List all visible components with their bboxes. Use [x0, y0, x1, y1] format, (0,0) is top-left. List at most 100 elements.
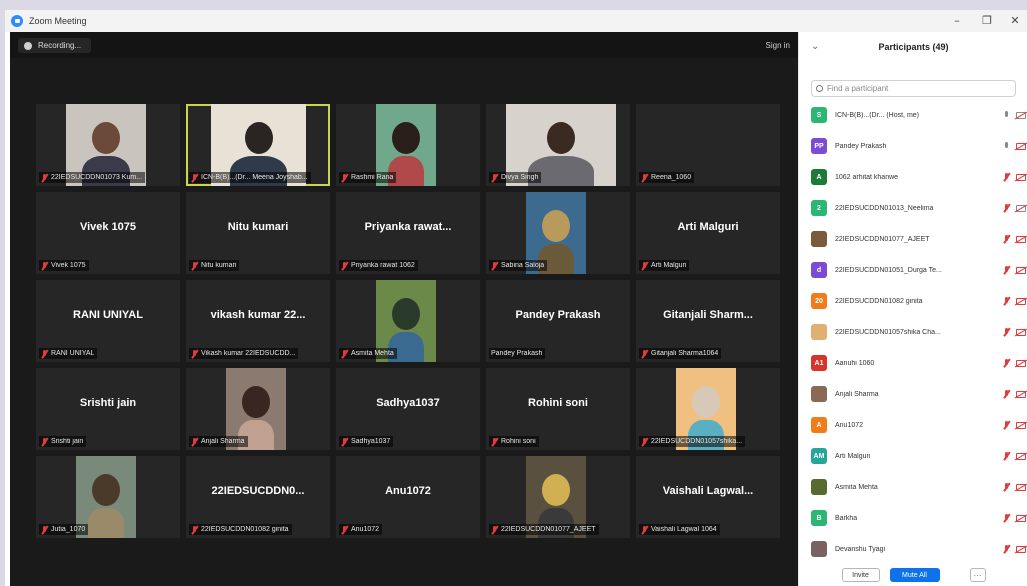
mic-muted-icon[interactable]: [1003, 203, 1011, 213]
mic-muted-icon[interactable]: [1003, 296, 1011, 306]
participant-row[interactable]: 2 22IEDSUCDDN01013_Neelima: [811, 199, 1026, 217]
close-button[interactable]: ✕: [1005, 14, 1025, 27]
mic-muted-icon[interactable]: [1003, 172, 1011, 182]
participant-row[interactable]: S ICN-B(B)...(Dr... (Host, me): [811, 106, 1026, 124]
video-tile[interactable]: Gitanjali Sharm... Gitanjali Sharma1064: [636, 280, 780, 362]
avatar: [811, 479, 827, 495]
video-off-icon[interactable]: [1016, 421, 1026, 429]
participant-row[interactable]: 22IEDSUCDDN01057shika Cha...: [811, 323, 1026, 341]
video-off-icon[interactable]: [1016, 328, 1026, 336]
mic-muted-icon: [341, 525, 348, 534]
video-tile[interactable]: Asmita Mehta: [336, 280, 480, 362]
participant-row[interactable]: AM Arti Malguri: [811, 447, 1026, 465]
mic-muted-icon[interactable]: [1003, 234, 1011, 244]
participant-row[interactable]: A1 Aanuhi 1060: [811, 354, 1026, 372]
video-off-icon[interactable]: [1016, 452, 1026, 460]
mic-muted-icon: [341, 261, 348, 270]
video-tile[interactable]: Vaishali Lagwal... Vaishali Lagwal 1064: [636, 456, 780, 538]
video-tile[interactable]: ICN-B(B)...(Dr... Meena Joyshab...: [186, 104, 330, 186]
video-tile[interactable]: Pandey Prakash Pandey Prakash: [486, 280, 630, 362]
tile-label: Reena_1060: [651, 174, 692, 181]
video-tile[interactable]: 22IEDSUCDDN01057shika...: [636, 368, 780, 450]
collapse-icon[interactable]: ⌄: [811, 41, 819, 52]
tile-label: Vikash kumar 22IEDSUCDD...: [201, 350, 296, 357]
minimize-button[interactable]: –: [947, 14, 967, 27]
video-tile[interactable]: 22IEDSUCDDN0... 22IEDSUCDDN01082 ginita: [186, 456, 330, 538]
mic-icon[interactable]: [1003, 141, 1011, 151]
video-tile[interactable]: Rashmi Rana: [336, 104, 480, 186]
video-off-icon[interactable]: [1016, 390, 1026, 398]
video-tile[interactable]: Reena_1060: [636, 104, 780, 186]
participant-status-icons: [1003, 265, 1026, 275]
video-tile[interactable]: Sadhya1037 Sadhya1037: [336, 368, 480, 450]
avatar: AM: [811, 448, 827, 464]
video-off-icon[interactable]: [1016, 545, 1026, 553]
participant-row[interactable]: 22IEDSUCDDN01077_AJEET: [811, 230, 1026, 248]
mic-muted-icon[interactable]: [1003, 420, 1011, 430]
video-off-icon[interactable]: [1016, 359, 1026, 367]
meeting-top-bar: Recording... Sign in: [10, 32, 798, 58]
video-icon[interactable]: [1016, 204, 1026, 212]
participant-row[interactable]: Asmita Mehta: [811, 478, 1026, 496]
recording-indicator[interactable]: Recording...: [18, 38, 92, 53]
video-off-icon[interactable]: [1016, 297, 1026, 305]
participant-row[interactable]: B Barkha: [811, 509, 1026, 527]
tile-name-tag: Anu1072: [339, 524, 383, 535]
video-off-icon[interactable]: [1016, 235, 1026, 243]
tile-label: Vivek 1075: [51, 262, 86, 269]
video-tile[interactable]: 22IEDSUCDDN01073 Kum...: [36, 104, 180, 186]
invite-button[interactable]: Invite: [841, 568, 880, 582]
more-options-button[interactable]: ···: [969, 568, 986, 582]
video-tile[interactable]: Priyanka rawat... Priyanka rawat 1062: [336, 192, 480, 274]
mic-muted-icon[interactable]: [1003, 513, 1011, 523]
video-tile[interactable]: Vivek 1075 Vivek 1075: [36, 192, 180, 274]
video-tile[interactable]: Arti Malguri Arti Malguri: [636, 192, 780, 274]
video-tile[interactable]: Nitu kumari Nitu kumari: [186, 192, 330, 274]
video-tile[interactable]: Sabina Saloja: [486, 192, 630, 274]
mic-icon[interactable]: [1003, 110, 1011, 120]
mic-muted-icon: [41, 437, 48, 446]
video-icon[interactable]: [1016, 111, 1026, 119]
video-tile[interactable]: 22IEDSUCDDN01077_AJEET: [486, 456, 630, 538]
video-off-icon[interactable]: [1016, 173, 1026, 181]
sign-in-link[interactable]: Sign in: [766, 41, 790, 50]
video-off-icon[interactable]: [1016, 514, 1026, 522]
video-tile[interactable]: Srishti jain Srishti jain: [36, 368, 180, 450]
video-tile[interactable]: RANI UNIYAL RANI UNIYAL: [36, 280, 180, 362]
video-tile[interactable]: Rohini soni Rohini soni: [486, 368, 630, 450]
mic-muted-icon[interactable]: [1003, 358, 1011, 368]
participant-row[interactable]: A Anu1072: [811, 416, 1026, 434]
mic-muted-icon[interactable]: [1003, 327, 1011, 337]
mic-muted-icon[interactable]: [1003, 389, 1011, 399]
avatar: B: [811, 510, 827, 526]
mic-muted-icon[interactable]: [1003, 265, 1011, 275]
video-tile[interactable]: Anu1072 Anu1072: [336, 456, 480, 538]
participant-row[interactable]: d 22IEDSUCDDN01051_Durga Te...: [811, 261, 1026, 279]
mic-muted-icon[interactable]: [1003, 544, 1011, 554]
video-tile[interactable]: Anjali Sharma: [186, 368, 330, 450]
participant-row[interactable]: 20 22IEDSUCDDN01082 ginita: [811, 292, 1026, 310]
participant-status-icons: [1003, 296, 1026, 306]
participants-footer: Invite Mute All ···: [799, 564, 1027, 586]
video-off-icon[interactable]: [1016, 483, 1026, 491]
tile-name-tag: 22IEDSUCDDN01082 ginita: [189, 524, 292, 535]
participant-row[interactable]: PP Pandey Prakash: [811, 137, 1026, 155]
mute-all-button[interactable]: Mute All: [889, 568, 940, 582]
participant-row[interactable]: Devanshu Tyagi: [811, 540, 1026, 558]
video-tile[interactable]: Divya Singh: [486, 104, 630, 186]
participant-name: Asmita Mehta: [835, 483, 878, 491]
video-off-icon[interactable]: [1016, 266, 1026, 274]
video-tile[interactable]: vikash kumar 22... Vikash kumar 22IEDSUCD…: [186, 280, 330, 362]
search-input[interactable]: [827, 84, 1007, 93]
participant-status-icons: [1003, 389, 1026, 399]
mic-muted-icon[interactable]: [1003, 482, 1011, 492]
maximize-button[interactable]: ❐: [977, 14, 997, 27]
participant-name: Pandey Prakash: [835, 142, 887, 150]
video-tile[interactable]: Jutia_1070: [36, 456, 180, 538]
avatar: [811, 386, 827, 402]
mic-muted-icon[interactable]: [1003, 451, 1011, 461]
participant-search[interactable]: [811, 80, 1016, 97]
participant-row[interactable]: Anjali Sharma: [811, 385, 1026, 403]
video-off-icon[interactable]: [1016, 142, 1026, 150]
participant-row[interactable]: A 1062 arhitat khanwe: [811, 168, 1026, 186]
